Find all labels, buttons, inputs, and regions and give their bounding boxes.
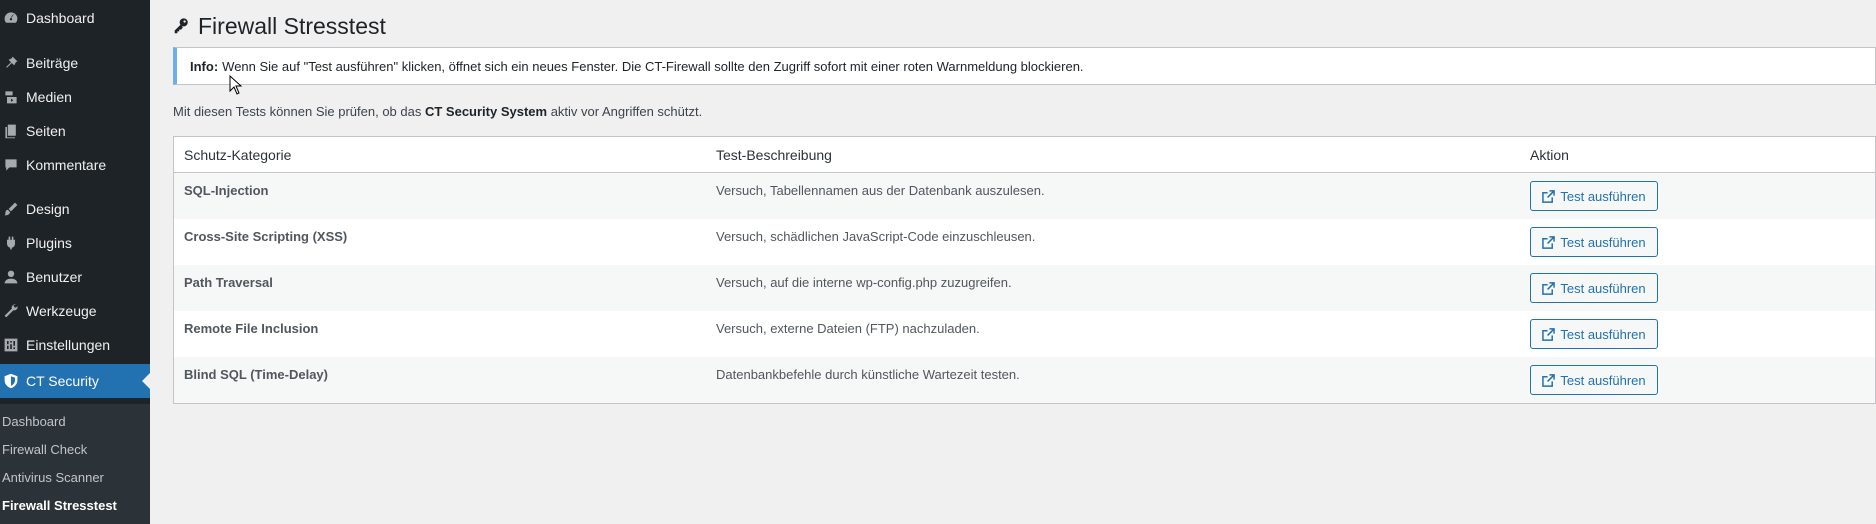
button-label: Test ausführen <box>1560 234 1646 250</box>
sidebar-item-label: Medien <box>26 89 72 105</box>
description-cell: Versuch, Tabellennamen aus der Datenbank… <box>716 183 1045 198</box>
sidebar-item-label: Einstellungen <box>26 337 111 353</box>
tests-table: Schutz-Kategorie Test-Beschreibung Aktio… <box>173 136 1876 404</box>
pages-icon <box>2 122 20 140</box>
category-cell: Cross-Site Scripting (XSS) <box>184 229 348 244</box>
sidebar-item-medien[interactable]: Medien <box>0 80 150 114</box>
sidebar-item-beitraege[interactable]: Beiträge <box>0 46 150 80</box>
sidebar-item-label: Dashboard <box>26 10 95 26</box>
notice-text: Wenn Sie auf "Test ausführen" klicken, ö… <box>222 58 1084 74</box>
run-test-button[interactable]: Test ausführen <box>1530 181 1658 211</box>
page-header: Firewall Stresstest <box>172 8 386 44</box>
run-test-button[interactable]: Test ausführen <box>1530 227 1658 257</box>
column-header-description: Test-Beschreibung <box>716 147 832 163</box>
external-link-icon <box>1542 327 1556 341</box>
sidebar-item-dashboard[interactable]: Dashboard <box>0 1 150 35</box>
description-cell: Datenbankbefehle durch künstliche Wartez… <box>716 367 1020 382</box>
notice-label: Info: <box>190 58 219 74</box>
intro-before: Mit diesen Tests können Sie prüfen, ob d… <box>173 104 425 119</box>
column-header-action: Aktion <box>1530 147 1569 163</box>
dashboard-icon <box>2 9 20 27</box>
page-title: Firewall Stresstest <box>198 12 386 39</box>
brush-icon <box>2 200 20 218</box>
key-icon <box>172 17 198 35</box>
admin-sidebar: Dashboard Beiträge Medien Seiten Komment… <box>0 0 150 524</box>
sidebar-item-label: Benutzer <box>26 269 83 285</box>
intro-text: Mit diesen Tests können Sie prüfen, ob d… <box>173 104 702 119</box>
external-link-icon <box>1542 189 1556 203</box>
category-cell: Path Traversal <box>184 275 273 290</box>
sidebar-item-label: Design <box>26 201 70 217</box>
category-cell: Remote File Inclusion <box>184 321 319 336</box>
submenu-item-firewall-stresstest[interactable]: Firewall Stresstest <box>2 496 117 516</box>
plugin-icon <box>2 234 20 252</box>
table-row: Blind SQL (Time-Delay) Datenbankbefehle … <box>174 357 1875 403</box>
mouse-cursor-icon <box>229 75 243 95</box>
active-indicator <box>142 373 150 389</box>
column-header-category: Schutz-Kategorie <box>184 147 292 163</box>
sidebar-item-einstellungen[interactable]: Einstellungen <box>0 328 150 362</box>
sidebar-item-label: Plugins <box>26 235 72 251</box>
button-label: Test ausführen <box>1560 326 1646 342</box>
run-test-button[interactable]: Test ausführen <box>1530 273 1658 303</box>
sidebar-item-label: CT Security <box>26 373 99 389</box>
submenu: Dashboard Firewall Check Antivirus Scann… <box>0 404 150 524</box>
sidebar-item-label: Beiträge <box>26 55 79 71</box>
sidebar-item-benutzer[interactable]: Benutzer <box>0 260 150 294</box>
table-row: Path Traversal Versuch, auf die interne … <box>174 265 1875 311</box>
comments-icon <box>2 156 20 174</box>
category-cell: SQL-Injection <box>184 183 269 198</box>
table-row: SQL-Injection Versuch, Tabellennamen aus… <box>174 173 1875 219</box>
run-test-button[interactable]: Test ausführen <box>1530 319 1658 349</box>
submenu-item-antivirus-scanner[interactable]: Antivirus Scanner <box>2 468 104 488</box>
sidebar-item-ct-security[interactable]: CT Security <box>0 364 150 398</box>
description-cell: Versuch, externe Dateien (FTP) nachzulad… <box>716 321 980 336</box>
description-cell: Versuch, auf die interne wp-config.php z… <box>716 275 1012 290</box>
table-header: Schutz-Kategorie Test-Beschreibung Aktio… <box>174 137 1875 173</box>
user-icon <box>2 268 20 286</box>
intro-product-name: CT Security System <box>424 104 548 119</box>
info-notice: Info: Wenn Sie auf "Test ausführen" klic… <box>173 47 1876 85</box>
pin-icon <box>2 54 20 72</box>
sidebar-item-kommentare[interactable]: Kommentare <box>0 148 150 182</box>
category-cell: Blind SQL (Time-Delay) <box>184 367 328 382</box>
external-link-icon <box>1542 373 1556 387</box>
table-row: Cross-Site Scripting (XSS) Versuch, schä… <box>174 219 1875 265</box>
sidebar-item-seiten[interactable]: Seiten <box>0 114 150 148</box>
run-test-button[interactable]: Test ausführen <box>1530 365 1658 395</box>
sidebar-item-label: Seiten <box>26 123 66 139</box>
submenu-item-dashboard[interactable]: Dashboard <box>2 412 66 432</box>
sidebar-item-label: Werkzeuge <box>26 303 97 319</box>
media-icon <box>2 88 20 106</box>
table-row: Remote File Inclusion Versuch, externe D… <box>174 311 1875 357</box>
button-label: Test ausführen <box>1560 372 1646 388</box>
external-link-icon <box>1542 281 1556 295</box>
shield-icon <box>2 372 20 390</box>
wrench-icon <box>2 302 20 320</box>
sidebar-item-plugins[interactable]: Plugins <box>0 226 150 260</box>
sidebar-item-werkzeuge[interactable]: Werkzeuge <box>0 294 150 328</box>
settings-icon <box>2 336 20 354</box>
external-link-icon <box>1542 235 1556 249</box>
description-cell: Versuch, schädlichen JavaScript-Code ein… <box>716 229 1036 244</box>
button-label: Test ausführen <box>1560 280 1646 296</box>
sidebar-item-label: Kommentare <box>26 157 107 173</box>
sidebar-item-design[interactable]: Design <box>0 192 150 226</box>
button-label: Test ausführen <box>1560 188 1646 204</box>
submenu-item-firewall-check[interactable]: Firewall Check <box>2 440 87 460</box>
intro-after: aktiv vor Angriffen schützt. <box>547 104 703 119</box>
